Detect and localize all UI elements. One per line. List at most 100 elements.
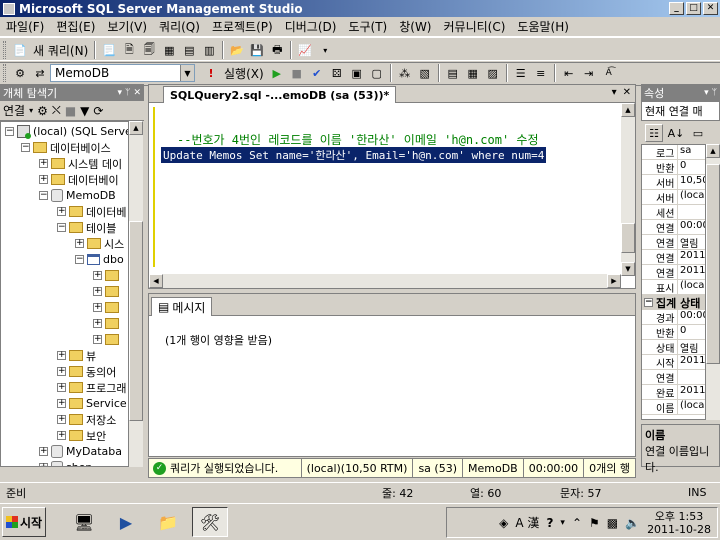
tree-node-security-db[interactable]: + 보안 xyxy=(57,428,106,443)
tree-node-triggers[interactable]: + xyxy=(93,316,122,331)
results-file-icon[interactable]: ▨ xyxy=(484,64,502,82)
property-row[interactable]: 서버 (loca xyxy=(642,190,705,205)
increase-indent-icon[interactable]: ⇥ xyxy=(580,64,598,82)
uncomment-icon[interactable]: ≡ xyxy=(532,64,550,82)
explorer-folder-icon[interactable]: 📁 xyxy=(150,507,186,537)
tree-node-keys[interactable]: + xyxy=(93,284,122,299)
parse-check-icon[interactable]: ✔ xyxy=(308,64,326,82)
auto-hide-icon[interactable]: ᛘ xyxy=(125,88,130,98)
tree-node-views[interactable]: + 뷰 xyxy=(57,348,96,363)
scroll-thumb[interactable] xyxy=(621,223,635,253)
tree-node-indexes[interactable]: + xyxy=(93,332,122,347)
ssms-task-icon[interactable]: 🛠 xyxy=(192,507,228,537)
new-file-icon[interactable]: 📃 xyxy=(100,41,118,59)
tab-messages[interactable]: ▤ 메시지 xyxy=(151,297,213,316)
property-row[interactable]: 연결 열림 xyxy=(642,235,705,250)
ime-indicator[interactable]: A 漢 xyxy=(515,514,539,531)
pin-dropdown-icon[interactable]: ▾ xyxy=(704,88,709,98)
include-plan-icon[interactable]: ⁂ xyxy=(396,64,414,82)
property-row[interactable]: 연결00:00 xyxy=(642,220,705,235)
tree-node-database-snapshots[interactable]: + 데이터베이 xyxy=(39,172,119,187)
tree-node-dbo-table[interactable]: − dbo xyxy=(75,252,124,267)
scroll-thumb[interactable] xyxy=(129,221,143,421)
code-area[interactable]: --번호가 4번인 레코드를 이름 '한라산' 이메일 'h@n.com' 수정… xyxy=(161,113,621,273)
tree-node-constraints[interactable]: + xyxy=(93,300,122,315)
scroll-up-icon[interactable]: ▲ xyxy=(621,103,635,117)
close-icon[interactable]: ✕ xyxy=(133,88,141,98)
volume-icon[interactable]: 🔈 xyxy=(625,516,640,530)
property-row[interactable]: 연결 xyxy=(642,370,705,385)
powershell-icon[interactable]: ▶ xyxy=(108,507,144,537)
query-designer-icon[interactable]: ▣ xyxy=(348,64,366,82)
mdx-query-icon[interactable]: ▦ xyxy=(160,41,178,59)
display-plan-icon[interactable]: ⚄ xyxy=(328,64,346,82)
menu-view[interactable]: 보기(V) xyxy=(101,18,153,35)
execute-icon[interactable]: ! xyxy=(202,64,220,82)
property-row[interactable]: 상태 열림 xyxy=(642,340,705,355)
tree-node-synonyms[interactable]: + 동의어 xyxy=(57,364,116,379)
categorized-icon[interactable]: ☷ xyxy=(645,124,663,142)
chevron-down-icon[interactable]: ▾ xyxy=(29,106,33,115)
tree-node-memodb[interactable]: − MemoDB xyxy=(39,188,116,203)
tree-node-service-broker[interactable]: + Service xyxy=(57,396,127,411)
db-engine-query-icon[interactable]: 🗎 xyxy=(120,41,138,59)
properties-object-select[interactable]: 현재 연결 매 xyxy=(641,101,720,121)
tree-node-diagrams[interactable]: + 데이터베 xyxy=(57,204,126,219)
menu-tools[interactable]: 도구(T) xyxy=(342,18,393,35)
comment-icon[interactable]: ☰ xyxy=(512,64,530,82)
query-editor[interactable]: SQLQuery2.sql -...emoDB (sa (53))* ▾ ✕ -… xyxy=(148,84,636,289)
flag-icon[interactable]: ⚑ xyxy=(589,516,600,530)
tree-node-mydatabase[interactable]: + MyDataba xyxy=(39,444,122,459)
tray-expand-icon[interactable]: ▾ xyxy=(560,518,565,528)
property-row[interactable]: 연결2011- xyxy=(642,265,705,280)
tree-node-programmability[interactable]: + 프로그래 xyxy=(57,380,126,395)
scroll-up-icon[interactable]: ▲ xyxy=(129,121,143,135)
specify-values-icon[interactable]: A͡ xyxy=(600,64,618,82)
change-connection-icon[interactable]: ⇄ xyxy=(31,64,49,82)
menu-debug[interactable]: 디버그(D) xyxy=(279,18,343,35)
property-row[interactable]: 이름 (loca xyxy=(642,400,705,415)
property-row[interactable]: 서버10,50, xyxy=(642,175,705,190)
scroll-right-icon[interactable]: ▶ xyxy=(607,274,621,288)
menu-query[interactable]: 쿼리(Q) xyxy=(153,18,206,35)
scroll-up-icon[interactable]: ▲ xyxy=(706,144,720,158)
property-row[interactable]: 표시 (loca xyxy=(642,280,705,295)
properties-vertical-scrollbar[interactable]: ▲ xyxy=(706,144,720,420)
network-icon[interactable]: ▩ xyxy=(607,516,618,530)
close-button[interactable]: ✕ xyxy=(703,2,718,15)
chevron-down-icon[interactable]: ▼ xyxy=(180,65,194,81)
tray-arrow-icon[interactable]: ⌃ xyxy=(572,516,582,530)
tree-node-columns[interactable]: + xyxy=(93,268,122,283)
property-category[interactable]: − 집계 상태 xyxy=(642,295,705,310)
results-text-icon[interactable]: ▤ xyxy=(444,64,462,82)
property-row[interactable]: 로그 sa xyxy=(642,145,705,160)
refresh-icon[interactable]: ⟳ xyxy=(93,104,103,118)
clock[interactable]: 오후 1:53 2011-10-28 xyxy=(647,510,711,536)
property-row[interactable]: 완료2011- xyxy=(642,385,705,400)
minimize-button[interactable]: _ xyxy=(669,2,684,15)
scroll-thumb[interactable] xyxy=(706,164,720,364)
toolbar-options-icon[interactable]: ▾ xyxy=(316,41,334,59)
tree-node-system-databases[interactable]: + 시스템 데이 xyxy=(39,156,122,171)
property-row[interactable]: 반환 0 xyxy=(642,160,705,175)
start-button[interactable]: 시작 xyxy=(2,507,46,537)
scroll-down-icon[interactable]: ▼ xyxy=(621,262,635,276)
pin-dropdown-icon[interactable]: ▾ xyxy=(118,88,123,98)
database-select[interactable]: MemoDB ▼ xyxy=(50,64,195,82)
menu-project[interactable]: 프로젝트(P) xyxy=(206,18,279,35)
tree-node-server[interactable]: − (local) (SQL Server xyxy=(5,124,128,139)
results-to-text-icon[interactable]: ▢ xyxy=(368,64,386,82)
property-row[interactable]: 연결2011- xyxy=(642,250,705,265)
tree-node-system-tables[interactable]: + 시스 xyxy=(75,236,124,251)
activity-monitor-icon[interactable]: 📈 xyxy=(296,41,314,59)
connect-icon[interactable]: ⚙ xyxy=(11,64,29,82)
new-query-icon[interactable]: 📄 xyxy=(11,41,29,59)
analysis-query-icon[interactable]: 🗐 xyxy=(140,41,158,59)
execute-button[interactable]: 실행(X) xyxy=(224,65,264,82)
menu-edit[interactable]: 편집(E) xyxy=(50,18,101,35)
tree-vertical-scrollbar[interactable]: ▲ xyxy=(129,121,143,467)
menu-file[interactable]: 파일(F) xyxy=(0,18,50,35)
stop-icon[interactable]: ■ xyxy=(288,64,306,82)
editor-vertical-scrollbar[interactable]: ▲ ▼ xyxy=(621,103,635,276)
selected-sql[interactable]: Update Memos Set name='한라산', Email='h@n.… xyxy=(161,147,547,163)
